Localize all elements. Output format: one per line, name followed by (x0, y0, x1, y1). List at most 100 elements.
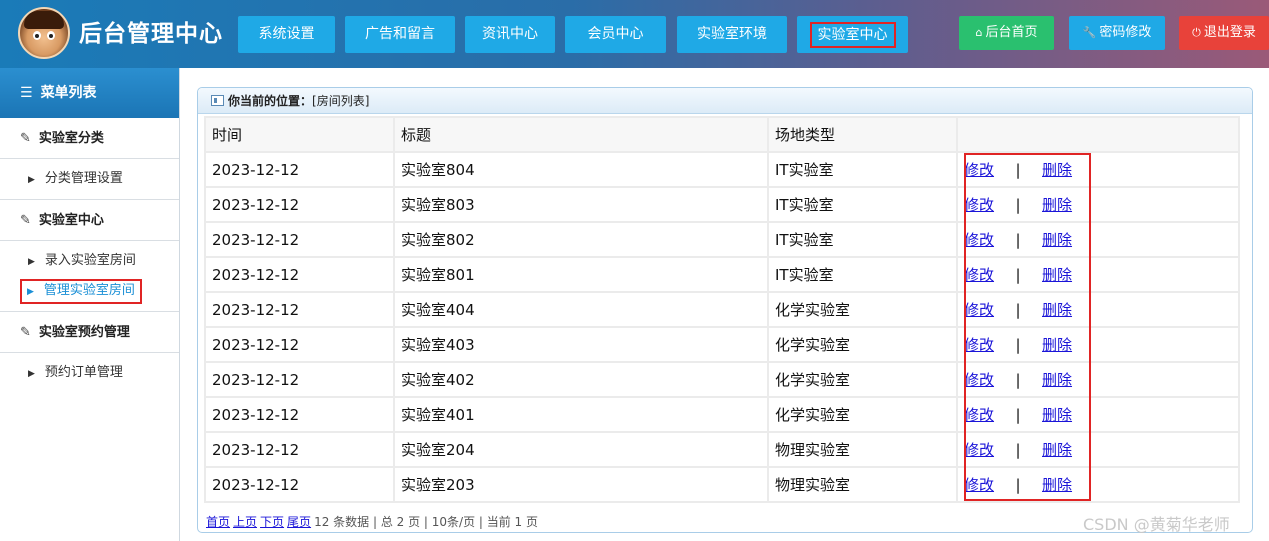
cell-time: 2023-12-12 (206, 223, 393, 256)
sidebar-group-items: ▶ 分类管理设置 (0, 159, 179, 200)
edit-link[interactable]: 修改 (964, 441, 994, 459)
sidebar-item-add-room[interactable]: ▶ 录入实验室房间 (0, 246, 179, 276)
pager-first[interactable]: 首页 (206, 515, 230, 529)
cell-title: 实验室401 (395, 398, 767, 431)
delete-link[interactable]: 删除 (1042, 266, 1072, 284)
cell-actions: 修改 | 删除 (958, 433, 1238, 466)
breadcrumb: 你当前的位置：[房间列表] (198, 88, 1252, 114)
cell-type: 化学实验室 (769, 328, 956, 361)
cell-actions: 修改 | 删除 (958, 153, 1238, 186)
pager-summary: 12 条数据 | 总 2 页 | 10条/页 | 当前 1 页 (314, 515, 539, 529)
cell-time: 2023-12-12 (206, 258, 393, 291)
delete-link[interactable]: 删除 (1042, 406, 1072, 424)
pager-last[interactable]: 尾页 (287, 515, 311, 529)
caret-right-icon: ▶ (28, 257, 35, 267)
separator: | (1015, 371, 1021, 389)
cell-title: 实验室804 (395, 153, 767, 186)
pager-next[interactable]: 下页 (260, 515, 284, 529)
list-icon: ☰ (20, 85, 33, 101)
sidebar: ☰ 菜单列表 ✎ 实验室分类 ▶ 分类管理设置 ✎ 实验室中心 ▶ 录入实验室房间 ▶ 管理… (0, 68, 180, 541)
cell-title: 实验室802 (395, 223, 767, 256)
edit-link[interactable]: 修改 (964, 161, 994, 179)
window-icon (211, 95, 224, 106)
edit-link[interactable]: 修改 (964, 336, 994, 354)
sidebar-group-lab-category[interactable]: ✎ 实验室分类 (0, 118, 179, 159)
home-button[interactable]: ⌂ 后台首页 (959, 16, 1054, 50)
cell-actions: 修改 | 删除 (958, 328, 1238, 361)
column-header-title: 标题 (395, 118, 767, 151)
edit-link[interactable]: 修改 (964, 231, 994, 249)
table-row: 2023-12-12 实验室204 物理实验室 修改 | 删除 (206, 433, 1238, 466)
delete-link[interactable]: 删除 (1042, 371, 1072, 389)
table-row: 2023-12-12 实验室203 物理实验室 修改 | 删除 (206, 468, 1238, 501)
home-icon: ⌂ (975, 26, 983, 39)
table-row: 2023-12-12 实验室803 IT实验室 修改 | 删除 (206, 188, 1238, 221)
nav-lab-environment[interactable]: 实验室环境 (677, 16, 787, 53)
separator: | (1015, 406, 1021, 424)
cell-title: 实验室404 (395, 293, 767, 326)
separator: | (1015, 301, 1021, 319)
change-password-button[interactable]: 🔧 密码修改 (1069, 16, 1165, 50)
sidebar-group-lab-booking[interactable]: ✎ 实验室预约管理 (0, 312, 179, 353)
table-row: 2023-12-12 实验室401 化学实验室 修改 | 删除 (206, 398, 1238, 431)
edit-icon: ✎ (20, 325, 31, 340)
sidebar-item-booking-orders[interactable]: ▶ 预约订单管理 (0, 358, 179, 388)
cell-time: 2023-12-12 (206, 398, 393, 431)
separator: | (1015, 231, 1021, 249)
sidebar-group-items: ▶ 录入实验室房间 ▶ 管理实验室房间 (0, 241, 179, 312)
table-row: 2023-12-12 实验室403 化学实验室 修改 | 删除 (206, 328, 1238, 361)
delete-link[interactable]: 删除 (1042, 161, 1072, 179)
cell-type: IT实验室 (769, 188, 956, 221)
cell-actions: 修改 | 删除 (958, 398, 1238, 431)
edit-link[interactable]: 修改 (964, 301, 994, 319)
nav-lab-center[interactable]: 实验室中心 (797, 16, 908, 53)
cell-title: 实验室403 (395, 328, 767, 361)
pager-prev[interactable]: 上页 (233, 515, 257, 529)
logout-button[interactable]: ⏻ 退出登录 (1179, 16, 1269, 50)
cell-time: 2023-12-12 (206, 328, 393, 361)
cell-type: IT实验室 (769, 258, 956, 291)
room-table: 时间 标题 场地类型 2023-12-12 实验室804 IT实验室 修改 | 删除 202… (204, 116, 1240, 503)
edit-link[interactable]: 修改 (964, 266, 994, 284)
avatar-logo (18, 7, 70, 59)
cell-actions: 修改 | 删除 (958, 293, 1238, 326)
delete-link[interactable]: 删除 (1042, 231, 1072, 249)
cell-time: 2023-12-12 (206, 188, 393, 221)
menu-header: ☰ 菜单列表 (0, 68, 179, 118)
nav-member-center[interactable]: 会员中心 (565, 16, 666, 53)
cell-type: IT实验室 (769, 153, 956, 186)
cell-actions: 修改 | 删除 (958, 258, 1238, 291)
nav-news-center[interactable]: 资讯中心 (465, 16, 555, 53)
table-row: 2023-12-12 实验室802 IT实验室 修改 | 删除 (206, 223, 1238, 256)
delete-link[interactable]: 删除 (1042, 196, 1072, 214)
separator: | (1015, 266, 1021, 284)
cell-type: 物理实验室 (769, 433, 956, 466)
delete-link[interactable]: 删除 (1042, 301, 1072, 319)
power-icon: ⏻ (1192, 26, 1201, 39)
sidebar-item-manage-rooms[interactable]: ▶ 管理实验室房间 (0, 276, 179, 306)
nav-system-settings[interactable]: 系统设置 (238, 16, 335, 53)
cell-actions: 修改 | 删除 (958, 468, 1238, 501)
sidebar-group-lab-center[interactable]: ✎ 实验室中心 (0, 200, 179, 241)
delete-link[interactable]: 删除 (1042, 441, 1072, 459)
sidebar-item-category-settings[interactable]: ▶ 分类管理设置 (0, 164, 179, 194)
cell-type: 物理实验室 (769, 468, 956, 501)
edit-link[interactable]: 修改 (964, 406, 994, 424)
table-row: 2023-12-12 实验室804 IT实验室 修改 | 删除 (206, 153, 1238, 186)
edit-link[interactable]: 修改 (964, 476, 994, 494)
cell-type: IT实验室 (769, 223, 956, 256)
edit-icon: ✎ (20, 213, 31, 228)
top-header: 后台管理中心 系统设置 广告和留言 资讯中心 会员中心 实验室环境 实验室中心 … (0, 0, 1269, 68)
caret-right-icon: ▶ (28, 175, 35, 185)
edit-link[interactable]: 修改 (964, 371, 994, 389)
cell-title: 实验室203 (395, 468, 767, 501)
edit-link[interactable]: 修改 (964, 196, 994, 214)
column-header-actions (958, 118, 1238, 151)
delete-link[interactable]: 删除 (1042, 476, 1072, 494)
nav-ads-messages[interactable]: 广告和留言 (345, 16, 455, 53)
delete-link[interactable]: 删除 (1042, 336, 1072, 354)
cell-time: 2023-12-12 (206, 153, 393, 186)
wrench-icon: 🔧 (1082, 26, 1097, 39)
caret-right-icon: ▶ (27, 287, 34, 297)
table-header-row: 时间 标题 场地类型 (206, 118, 1238, 151)
